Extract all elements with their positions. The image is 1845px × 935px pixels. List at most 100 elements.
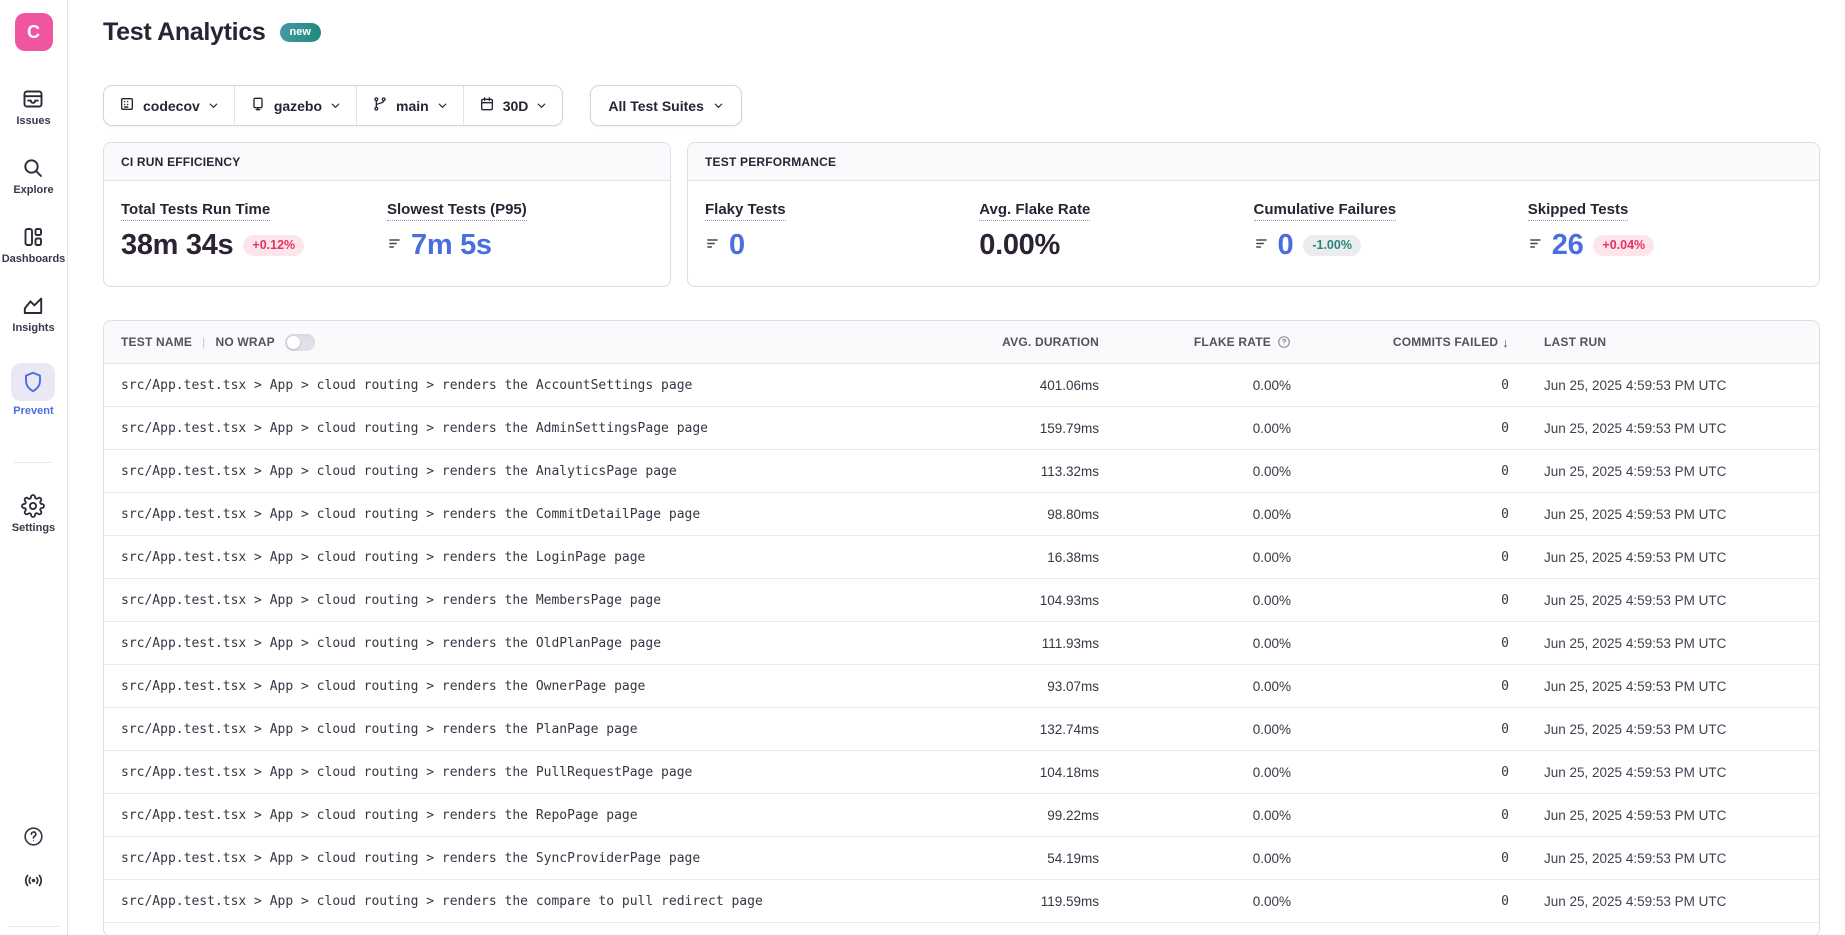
metric-value: 26	[1552, 229, 1584, 262]
metric-value: 0.00%	[979, 229, 1060, 262]
filter-lines-icon	[387, 235, 404, 257]
table-row: src/App.test.tsx > App > cloud routing >…	[104, 622, 1819, 665]
col-commits-failed[interactable]: COMMITS FAILED ↓	[1291, 335, 1509, 350]
flake-rate-cell: 0.00%	[1099, 507, 1291, 522]
branch-filter-dropdown[interactable]: main	[356, 86, 463, 125]
metric-label[interactable]: Flaky Tests	[705, 201, 786, 221]
col-test-name[interactable]: TEST NAME	[121, 335, 192, 349]
metric-value-link[interactable]: 0	[705, 229, 745, 262]
metric-avg-flake-rate: Avg. Flake Rate 0.00%	[979, 201, 1253, 262]
metric-label[interactable]: Slowest Tests (P95)	[387, 201, 527, 221]
col-avg-duration[interactable]: AVG. DURATION	[921, 335, 1099, 349]
sort-desc-icon: ↓	[1502, 335, 1509, 350]
app-root: C Issues Ex	[0, 0, 1845, 935]
metric-value: 7m 5s	[411, 229, 492, 262]
trend-badge: -1.00%	[1303, 235, 1361, 256]
sidebar-item-issues[interactable]: Issues	[16, 87, 50, 127]
org-icon	[119, 96, 135, 115]
table-row: src/App.test.tsx > App > cloud routing >…	[104, 794, 1819, 837]
commits-failed-cell: 0	[1291, 378, 1509, 393]
avg-duration-cell: 104.93ms	[921, 593, 1099, 608]
metric-value: 0	[1278, 229, 1294, 262]
table-row: src/App.test.tsx > App > cloud routing >…	[104, 751, 1819, 794]
test-name-cell: src/App.test.tsx > App > cloud routing >…	[104, 550, 921, 565]
col-flake-rate[interactable]: FLAKE RATE	[1099, 335, 1291, 349]
panel-title: CI RUN EFFICIENCY	[104, 143, 670, 181]
sidebar-item-label: Explore	[13, 184, 53, 196]
metric-skipped-tests: Skipped Tests 26 +0.04%	[1528, 201, 1802, 262]
sidebar-item-label: Issues	[16, 115, 50, 127]
no-wrap-toggle[interactable]	[285, 334, 315, 351]
table-row: src/App.test.tsx > App > cloud routing >…	[104, 493, 1819, 536]
metric-label[interactable]: Skipped Tests	[1528, 201, 1629, 221]
commits-failed-cell: 0	[1291, 550, 1509, 565]
chevron-down-icon	[208, 98, 219, 114]
filter-lines-icon	[1254, 235, 1271, 257]
commits-failed-cell: 0	[1291, 636, 1509, 651]
repo-filter-dropdown[interactable]: gazebo	[234, 86, 356, 125]
org-filter-dropdown[interactable]: codecov	[104, 86, 234, 125]
avg-duration-cell: 16.38ms	[921, 550, 1099, 565]
sidebar-item-settings[interactable]: Settings	[12, 494, 55, 534]
metric-value-link[interactable]: 26	[1528, 229, 1584, 262]
date-range-dropdown[interactable]: 30D	[463, 86, 563, 125]
ci-run-efficiency-panel: CI RUN EFFICIENCY Total Tests Run Time 3…	[103, 142, 671, 287]
sidebar-item-label: Insights	[12, 322, 54, 334]
flake-rate-cell: 0.00%	[1099, 851, 1291, 866]
sidebar-item-dashboards[interactable]: Dashboards	[2, 225, 66, 265]
avg-duration-cell: 93.07ms	[921, 679, 1099, 694]
page-header: Test Analytics new	[103, 14, 1820, 50]
flake-rate-cell: 0.00%	[1099, 808, 1291, 823]
trend-badge: +0.12%	[243, 235, 304, 256]
col-last-run[interactable]: LAST RUN	[1509, 335, 1819, 349]
flake-rate-cell: 0.00%	[1099, 593, 1291, 608]
dashboards-icon	[21, 225, 45, 249]
last-run-cell: Jun 25, 2025 4:59:53 PM UTC	[1509, 851, 1819, 866]
last-run-cell: Jun 25, 2025 4:59:53 PM UTC	[1509, 722, 1819, 737]
avg-duration-cell: 104.18ms	[921, 765, 1099, 780]
toggle-knob	[287, 336, 300, 349]
last-run-cell: Jun 25, 2025 4:59:53 PM UTC	[1509, 550, 1819, 565]
filter-segment-group: codecov gazebo	[103, 85, 563, 126]
table-row: src/App.test.tsx > App > cloud routing >…	[104, 579, 1819, 622]
flake-rate-cell: 0.00%	[1099, 722, 1291, 737]
whats-new-icon[interactable]	[21, 868, 46, 898]
avg-duration-cell: 401.06ms	[921, 378, 1099, 393]
tests-table: TEST NAME | NO WRAP AVG. DURATION FLAKE …	[103, 320, 1820, 935]
commits-failed-cell: 0	[1291, 765, 1509, 780]
sidebar-item-prevent[interactable]: Prevent	[11, 363, 55, 417]
last-run-cell: Jun 25, 2025 4:59:53 PM UTC	[1509, 808, 1819, 823]
table-row: src/App.test.tsx > App > cloud routing >…	[104, 450, 1819, 493]
commits-failed-cell: 0	[1291, 808, 1509, 823]
help-circle-icon[interactable]	[1277, 335, 1291, 349]
filter-lines-icon	[705, 235, 722, 257]
sidebar-item-insights[interactable]: Insights	[12, 294, 54, 334]
flake-rate-cell: 0.00%	[1099, 894, 1291, 909]
sidebar-item-explore[interactable]: Explore	[13, 156, 53, 196]
test-suites-dropdown[interactable]: All Test Suites	[590, 85, 741, 126]
test-name-cell: src/App.test.tsx > App > cloud routing >…	[104, 464, 921, 479]
commits-failed-cell: 0	[1291, 894, 1509, 909]
filter-bar: codecov gazebo	[103, 85, 1820, 126]
metric-value-link[interactable]: 0	[1254, 229, 1294, 262]
shield-icon	[21, 370, 45, 394]
metric-label[interactable]: Total Tests Run Time	[121, 201, 270, 221]
sidebar-bottom-divider	[8, 926, 60, 927]
panel-title: TEST PERFORMANCE	[688, 143, 1819, 181]
metric-label[interactable]: Cumulative Failures	[1254, 201, 1397, 221]
org-avatar[interactable]: C	[15, 13, 53, 51]
chevron-down-icon	[536, 98, 547, 114]
issues-icon	[21, 87, 45, 111]
trend-badge: +0.04%	[1593, 235, 1654, 256]
help-icon[interactable]	[22, 825, 45, 853]
last-run-cell: Jun 25, 2025 4:59:53 PM UTC	[1509, 636, 1819, 651]
metric-value-link[interactable]: 7m 5s	[387, 229, 492, 262]
test-suites-value: All Test Suites	[608, 98, 703, 114]
table-row: src/App.test.tsx > App > cloud routing >…	[104, 364, 1819, 407]
metric-value: 0	[729, 229, 745, 262]
metric-slowest-tests: Slowest Tests (P95) 7m 5s	[387, 201, 653, 262]
filter-lines-icon	[1528, 235, 1545, 257]
metric-label[interactable]: Avg. Flake Rate	[979, 201, 1090, 221]
org-filter-value: codecov	[143, 98, 200, 114]
avg-duration-cell: 132.74ms	[921, 722, 1099, 737]
